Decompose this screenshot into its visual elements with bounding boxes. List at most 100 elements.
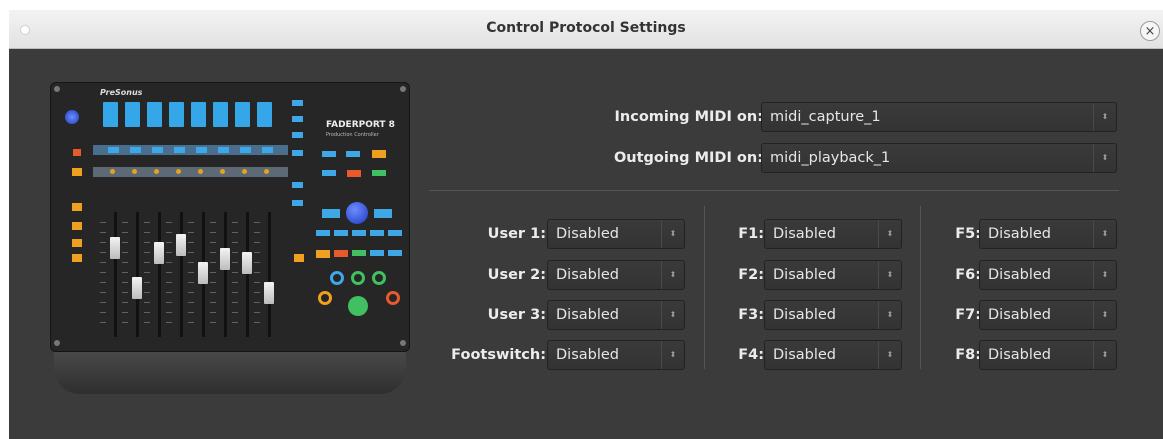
f4-value: Disabled [773, 347, 836, 363]
right-side-button-icon [292, 182, 303, 188]
user3-select[interactable]: Disabled ⬍ [547, 300, 685, 330]
right-side-button-icon [292, 132, 303, 138]
combo-arrow-icon: ⬍ [1093, 261, 1116, 289]
incoming-midi-label: Incoming MIDI on: [614, 109, 764, 125]
right-side-button-icon [294, 254, 304, 262]
fast-forward-icon [372, 271, 386, 285]
right-side-button-icon [292, 100, 303, 106]
mode-button-icon [322, 151, 336, 157]
arm-button-icon [72, 168, 82, 176]
close-icon[interactable]: × [1140, 21, 1160, 41]
f4-select[interactable]: Disabled ⬍ [764, 340, 902, 370]
transport-button-icon [334, 250, 348, 257]
transport-button-icon [316, 250, 330, 258]
fader-cap [264, 282, 274, 304]
fader-scale [188, 222, 194, 332]
footswitch-label: Footswitch: [451, 347, 546, 363]
loop-icon [318, 291, 332, 305]
outgoing-midi-label: Outgoing MIDI on: [613, 150, 763, 166]
scribble-strip [235, 102, 250, 127]
select-button-icon [196, 147, 207, 153]
transport-button-icon [334, 230, 348, 236]
mute-led-icon [110, 169, 115, 174]
fader-scale [100, 222, 106, 332]
screw-icon [54, 340, 60, 346]
fader-scale [254, 222, 260, 332]
f7-select[interactable]: Disabled ⬍ [979, 300, 1117, 330]
right-side-button-icon [292, 116, 303, 122]
user2-value: Disabled [556, 267, 619, 283]
footswitch-value: Disabled [556, 347, 619, 363]
select-button-icon [152, 147, 163, 153]
f7-value: Disabled [988, 307, 1051, 323]
fader-track [268, 212, 271, 337]
combo-arrow-icon: ⬍ [661, 301, 684, 329]
left-side-button-icon [72, 203, 82, 211]
outgoing-midi-select[interactable]: midi_playback_1 ⬍ [761, 143, 1117, 173]
combo-arrow-icon: ⬍ [1093, 144, 1116, 172]
f6-label: F6: [955, 267, 981, 283]
outgoing-midi-value: midi_playback_1 [770, 150, 891, 166]
pan-knob-icon [346, 202, 368, 224]
combo-arrow-icon: ⬍ [1093, 103, 1116, 131]
select-button-icon [218, 147, 229, 153]
fader-track [180, 212, 183, 337]
device-brand: PreSonus [100, 88, 143, 97]
control-protocol-settings-window: Control Protocol Settings × PreSonus FAD… [9, 10, 1163, 439]
fader-track [224, 212, 227, 337]
f7-label: F7: [955, 307, 981, 323]
user2-label: User 2: [487, 267, 546, 283]
transport-button-icon [370, 230, 384, 236]
incoming-midi-value: midi_capture_1 [770, 109, 881, 125]
mute-led-icon [242, 169, 247, 174]
scribble-strip [125, 102, 140, 127]
mute-led-icon [198, 169, 203, 174]
f1-label: F1: [738, 226, 764, 242]
dialog-content: PreSonus FADERPORT 8 Production Controll… [9, 49, 1163, 439]
combo-arrow-icon: ⬍ [1093, 301, 1116, 329]
faderport8-device-image: PreSonus FADERPORT 8 Production Controll… [50, 82, 410, 397]
f8-select[interactable]: Disabled ⬍ [979, 340, 1117, 370]
vertical-separator [704, 206, 705, 369]
session-knob-icon [65, 110, 79, 124]
fader-scale [166, 222, 172, 332]
mute-solo-row [93, 167, 288, 177]
f2-select[interactable]: Disabled ⬍ [764, 260, 902, 290]
combo-arrow-icon: ⬍ [878, 301, 901, 329]
play-pause-icon [348, 296, 368, 316]
screw-icon [54, 86, 60, 92]
f3-value: Disabled [773, 307, 836, 323]
user3-value: Disabled [556, 307, 619, 323]
fader-cap [110, 237, 120, 259]
record-icon [386, 291, 400, 305]
incoming-midi-select[interactable]: midi_capture_1 ⬍ [761, 102, 1117, 132]
transport-button-icon [316, 230, 330, 236]
fader-cap [220, 248, 230, 270]
transport-button-icon [370, 250, 384, 256]
f1-value: Disabled [773, 226, 836, 242]
combo-arrow-icon: ⬍ [661, 261, 684, 289]
combo-arrow-icon: ⬍ [661, 341, 684, 369]
combo-arrow-icon: ⬍ [878, 341, 901, 369]
mute-led-icon [264, 169, 269, 174]
fader-cap [154, 242, 164, 264]
combo-arrow-icon: ⬍ [661, 220, 684, 248]
mode-button-icon [347, 170, 361, 177]
f5-select[interactable]: Disabled ⬍ [979, 219, 1117, 249]
mute-led-icon [132, 169, 137, 174]
rewind-icon [330, 271, 344, 285]
f3-select[interactable]: Disabled ⬍ [764, 300, 902, 330]
f4-label: F4: [738, 347, 764, 363]
f2-value: Disabled [773, 267, 836, 283]
mode-button-icon [346, 151, 360, 157]
fader-track [114, 212, 117, 337]
transport-button-icon [352, 250, 366, 256]
left-side-button-icon [72, 254, 82, 262]
fader-scale [210, 222, 216, 332]
footswitch-select[interactable]: Disabled ⬍ [547, 340, 685, 370]
user2-select[interactable]: Disabled ⬍ [547, 260, 685, 290]
f1-select[interactable]: Disabled ⬍ [764, 219, 902, 249]
title-bar[interactable]: Control Protocol Settings × [9, 10, 1163, 49]
f6-select[interactable]: Disabled ⬍ [979, 260, 1117, 290]
user1-select[interactable]: Disabled ⬍ [547, 219, 685, 249]
